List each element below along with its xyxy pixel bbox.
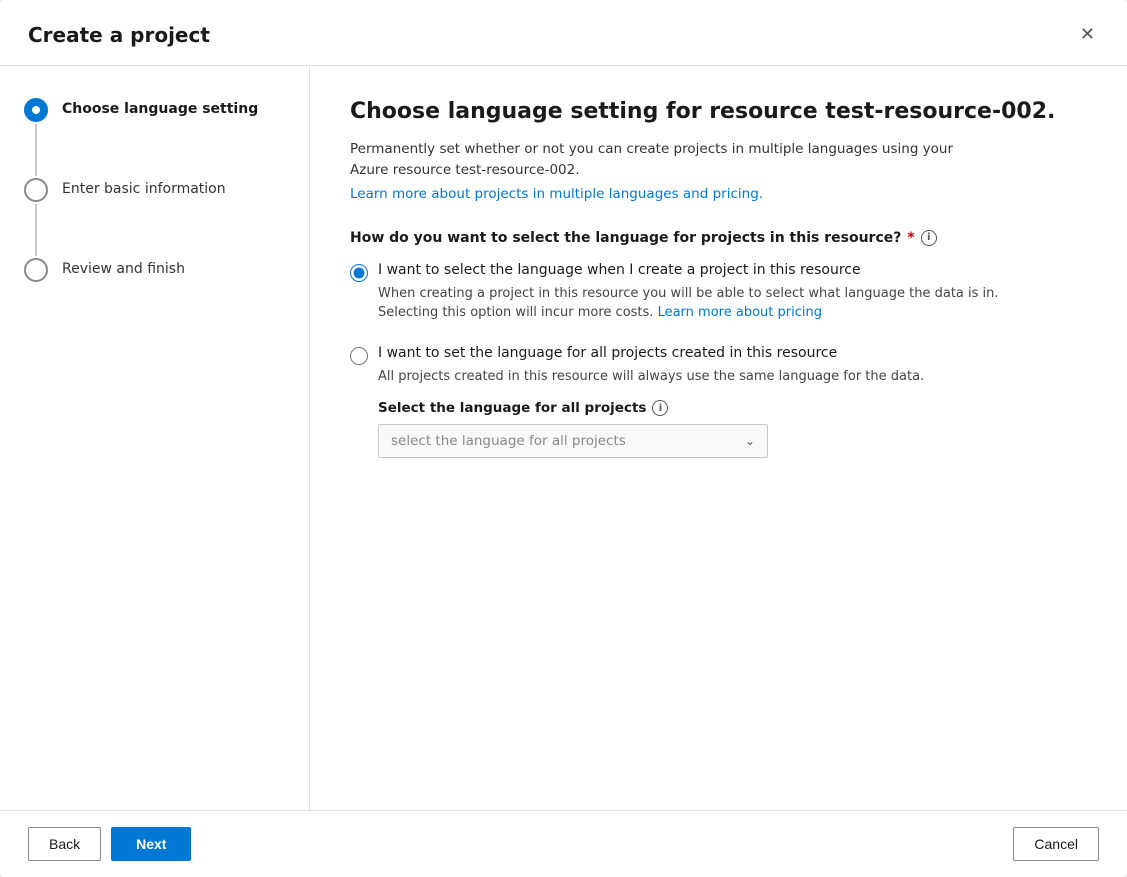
- step-choose-language: Choose language setting: [24, 98, 285, 178]
- select-language-label: Select the language for all projects i: [378, 400, 1087, 416]
- chevron-down-icon: ⌄: [745, 434, 755, 448]
- next-button[interactable]: Next: [111, 827, 191, 861]
- learn-more-link[interactable]: Learn more about projects in multiple la…: [350, 186, 1087, 202]
- step-enter-basic: Enter basic information: [24, 178, 285, 258]
- radio-desc-1: When creating a project in this resource…: [378, 284, 1087, 323]
- radio-content-2: I want to set the language for all proje…: [378, 345, 1087, 459]
- step-connector-1: [24, 98, 48, 178]
- step-label-review-finish: Review and finish: [62, 258, 185, 277]
- radio-label-2: I want to set the language for all proje…: [378, 345, 1087, 361]
- select-placeholder: select the language for all projects: [391, 433, 626, 449]
- language-dropdown[interactable]: select the language for all projects ⌄: [378, 424, 768, 458]
- question-info-icon: i: [921, 230, 937, 246]
- step-label-enter-basic: Enter basic information: [62, 178, 226, 197]
- radio-option-1: I want to select the language when I cre…: [350, 262, 1087, 323]
- step-circle-1: [24, 98, 48, 122]
- step-connector-3: [24, 258, 48, 282]
- close-button[interactable]: ✕: [1076, 20, 1099, 49]
- cancel-button[interactable]: Cancel: [1013, 827, 1099, 861]
- pricing-link[interactable]: Learn more about pricing: [658, 305, 822, 320]
- create-project-dialog: Create a project ✕ Choose language setti…: [0, 0, 1127, 877]
- step-label-choose-language: Choose language setting: [62, 98, 258, 117]
- required-star: *: [907, 230, 914, 246]
- radio-content-1: I want to select the language when I cre…: [378, 262, 1087, 323]
- step-connector-2: [24, 178, 48, 258]
- step-line-2: [35, 204, 37, 256]
- dialog-title: Create a project: [28, 23, 210, 47]
- dialog-body: Choose language setting Enter basic info…: [0, 66, 1127, 810]
- question-label: How do you want to select the language f…: [350, 230, 1087, 246]
- radio-label-1: I want to select the language when I cre…: [378, 262, 1087, 278]
- radio-input-1[interactable]: [350, 264, 368, 282]
- step-circle-3: [24, 258, 48, 282]
- dialog-footer: Back Next Cancel: [0, 810, 1127, 877]
- select-info-icon: i: [652, 400, 668, 416]
- step-circle-2: [24, 178, 48, 202]
- step-line-1: [35, 124, 37, 176]
- back-button[interactable]: Back: [28, 827, 101, 861]
- section-desc-line1: Permanently set whether or not you can c…: [350, 139, 1087, 182]
- sidebar: Choose language setting Enter basic info…: [0, 66, 310, 810]
- radio-option-2: I want to set the language for all proje…: [350, 345, 1087, 459]
- select-group: Select the language for all projects i s…: [378, 400, 1087, 458]
- step-review-finish: Review and finish: [24, 258, 285, 282]
- main-content: Choose language setting for resource tes…: [310, 66, 1127, 810]
- close-icon: ✕: [1080, 24, 1095, 45]
- radio-input-2[interactable]: [350, 347, 368, 365]
- radio-desc-2: All projects created in this resource wi…: [378, 367, 1087, 387]
- section-title: Choose language setting for resource tes…: [350, 98, 1087, 127]
- dialog-header: Create a project ✕: [0, 0, 1127, 66]
